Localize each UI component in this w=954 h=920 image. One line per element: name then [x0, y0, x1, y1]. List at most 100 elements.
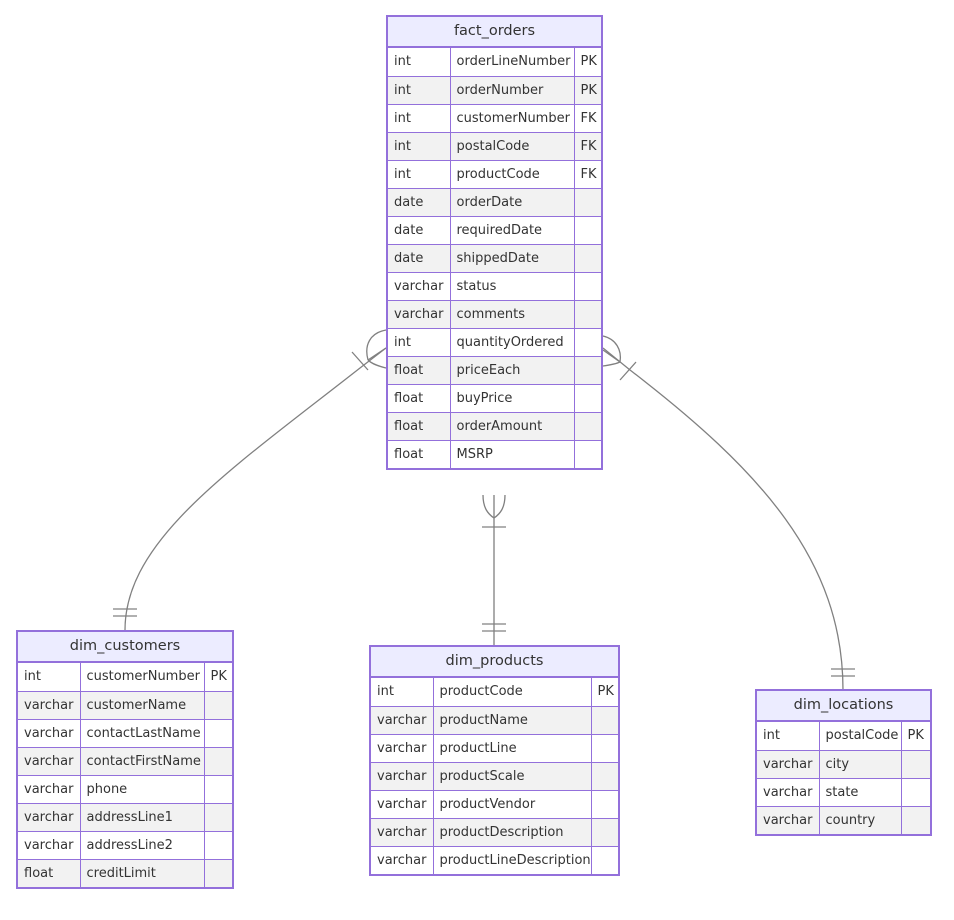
attribute-row: int orderLineNumber PK [388, 48, 601, 77]
attribute-row: int customerNumber PK [18, 663, 232, 692]
crows-foot-many-icon [482, 494, 506, 519]
exactly-one-icon [482, 623, 506, 632]
attribute-name: orderDate [449, 187, 575, 217]
attribute-type: date [388, 243, 451, 273]
entity-dim-customers[interactable]: dim_customers int customerNumber PK varchar… [16, 630, 234, 889]
attribute-name: country [818, 805, 902, 834]
attribute-table: int productCode PK varchar productName varcha… [371, 678, 618, 874]
attribute-type: int [757, 722, 820, 751]
attribute-type: varchar [371, 845, 434, 874]
attribute-key [590, 845, 618, 874]
attribute-row: varchar productLineDescription [371, 845, 618, 874]
attribute-type: varchar [18, 718, 81, 748]
attribute-key: PK [590, 678, 618, 707]
attribute-name: productCode [432, 678, 592, 707]
attribute-key [573, 383, 601, 413]
attribute-name: productVendor [432, 789, 592, 819]
attribute-type: varchar [371, 705, 434, 735]
attribute-row: date orderDate [388, 187, 601, 217]
attribute-name: productName [432, 705, 592, 735]
attribute-row: int productCode PK [371, 678, 618, 707]
attribute-name: status [449, 271, 575, 301]
attribute-row: float creditLimit [18, 858, 232, 887]
attribute-type: varchar [757, 749, 820, 779]
attribute-row: date shippedDate [388, 243, 601, 273]
entity-title: dim_locations [757, 691, 930, 722]
edge-line [602, 347, 844, 691]
attribute-row: int postalCode FK [388, 131, 601, 161]
attribute-name: phone [79, 774, 205, 804]
attribute-type: varchar [18, 746, 81, 776]
attribute-type: varchar [371, 733, 434, 763]
one-bar-icon [351, 351, 369, 371]
attribute-name: buyPrice [449, 383, 575, 413]
attribute-key [573, 187, 601, 217]
exactly-one-icon [831, 668, 855, 677]
entity-fact-orders[interactable]: fact_orders int orderLineNumber PK int order… [386, 15, 603, 470]
attribute-key [573, 299, 601, 329]
attribute-type: varchar [388, 299, 451, 329]
attribute-type: float [18, 858, 81, 887]
exactly-one-icon [113, 608, 137, 617]
attribute-key: FK [573, 159, 601, 189]
attribute-name: comments [449, 299, 575, 329]
entity-dim-products[interactable]: dim_products int productCode PK varchar prod… [369, 645, 620, 876]
attribute-name: productDescription [432, 817, 592, 847]
attribute-name: city [818, 749, 902, 779]
attribute-key [590, 761, 618, 791]
attribute-row: float priceEach [388, 355, 601, 385]
attribute-type: varchar [371, 761, 434, 791]
attribute-type: varchar [18, 774, 81, 804]
attribute-row: varchar city [757, 749, 930, 779]
attribute-key [590, 817, 618, 847]
attribute-key [203, 774, 232, 804]
attribute-type: varchar [371, 789, 434, 819]
attribute-type: int [388, 75, 451, 105]
attribute-row: varchar customerName [18, 690, 232, 720]
crows-foot-many-icon [366, 329, 387, 369]
attribute-name: orderAmount [449, 411, 575, 441]
attribute-key: PK [900, 722, 930, 751]
attribute-name: contactFirstName [79, 746, 205, 776]
crows-foot-many-icon [602, 335, 622, 367]
attribute-key: FK [573, 103, 601, 133]
attribute-key [573, 327, 601, 357]
attribute-row: int productCode FK [388, 159, 601, 189]
attribute-name: addressLine1 [79, 802, 205, 832]
attribute-row: int postalCode PK [757, 722, 930, 751]
attribute-name: customerName [79, 690, 205, 720]
attribute-row: float orderAmount [388, 411, 601, 441]
attribute-row: varchar phone [18, 774, 232, 804]
entity-dim-locations[interactable]: dim_locations int postalCode PK varchar city… [755, 689, 932, 836]
attribute-type: int [388, 103, 451, 133]
attribute-table: int postalCode PK varchar city varchar state va… [757, 722, 930, 834]
attribute-name: customerNumber [79, 663, 205, 692]
attribute-type: date [388, 215, 451, 245]
entity-title: fact_orders [388, 17, 601, 48]
attribute-type: varchar [18, 690, 81, 720]
attribute-name: productLine [432, 733, 592, 763]
attribute-type: varchar [388, 271, 451, 301]
attribute-key [573, 411, 601, 441]
relationship-fact-orders-dim-products [482, 494, 506, 645]
attribute-type: int [388, 131, 451, 161]
attribute-key [900, 777, 930, 807]
attribute-key [900, 749, 930, 779]
attribute-type: varchar [757, 777, 820, 807]
one-bar-icon [619, 361, 637, 381]
attribute-type: varchar [371, 817, 434, 847]
attribute-row: int quantityOrdered [388, 327, 601, 357]
attribute-type: date [388, 187, 451, 217]
attribute-name: contactLastName [79, 718, 205, 748]
attribute-row: varchar contactFirstName [18, 746, 232, 776]
attribute-name: addressLine2 [79, 830, 205, 860]
attribute-row: varchar state [757, 777, 930, 807]
attribute-name: creditLimit [79, 858, 205, 887]
attribute-key [203, 802, 232, 832]
attribute-key [203, 746, 232, 776]
attribute-row: int customerNumber FK [388, 103, 601, 133]
attribute-key [203, 830, 232, 860]
attribute-row: float buyPrice [388, 383, 601, 413]
entity-title: dim_products [371, 647, 618, 678]
attribute-row: date requiredDate [388, 215, 601, 245]
